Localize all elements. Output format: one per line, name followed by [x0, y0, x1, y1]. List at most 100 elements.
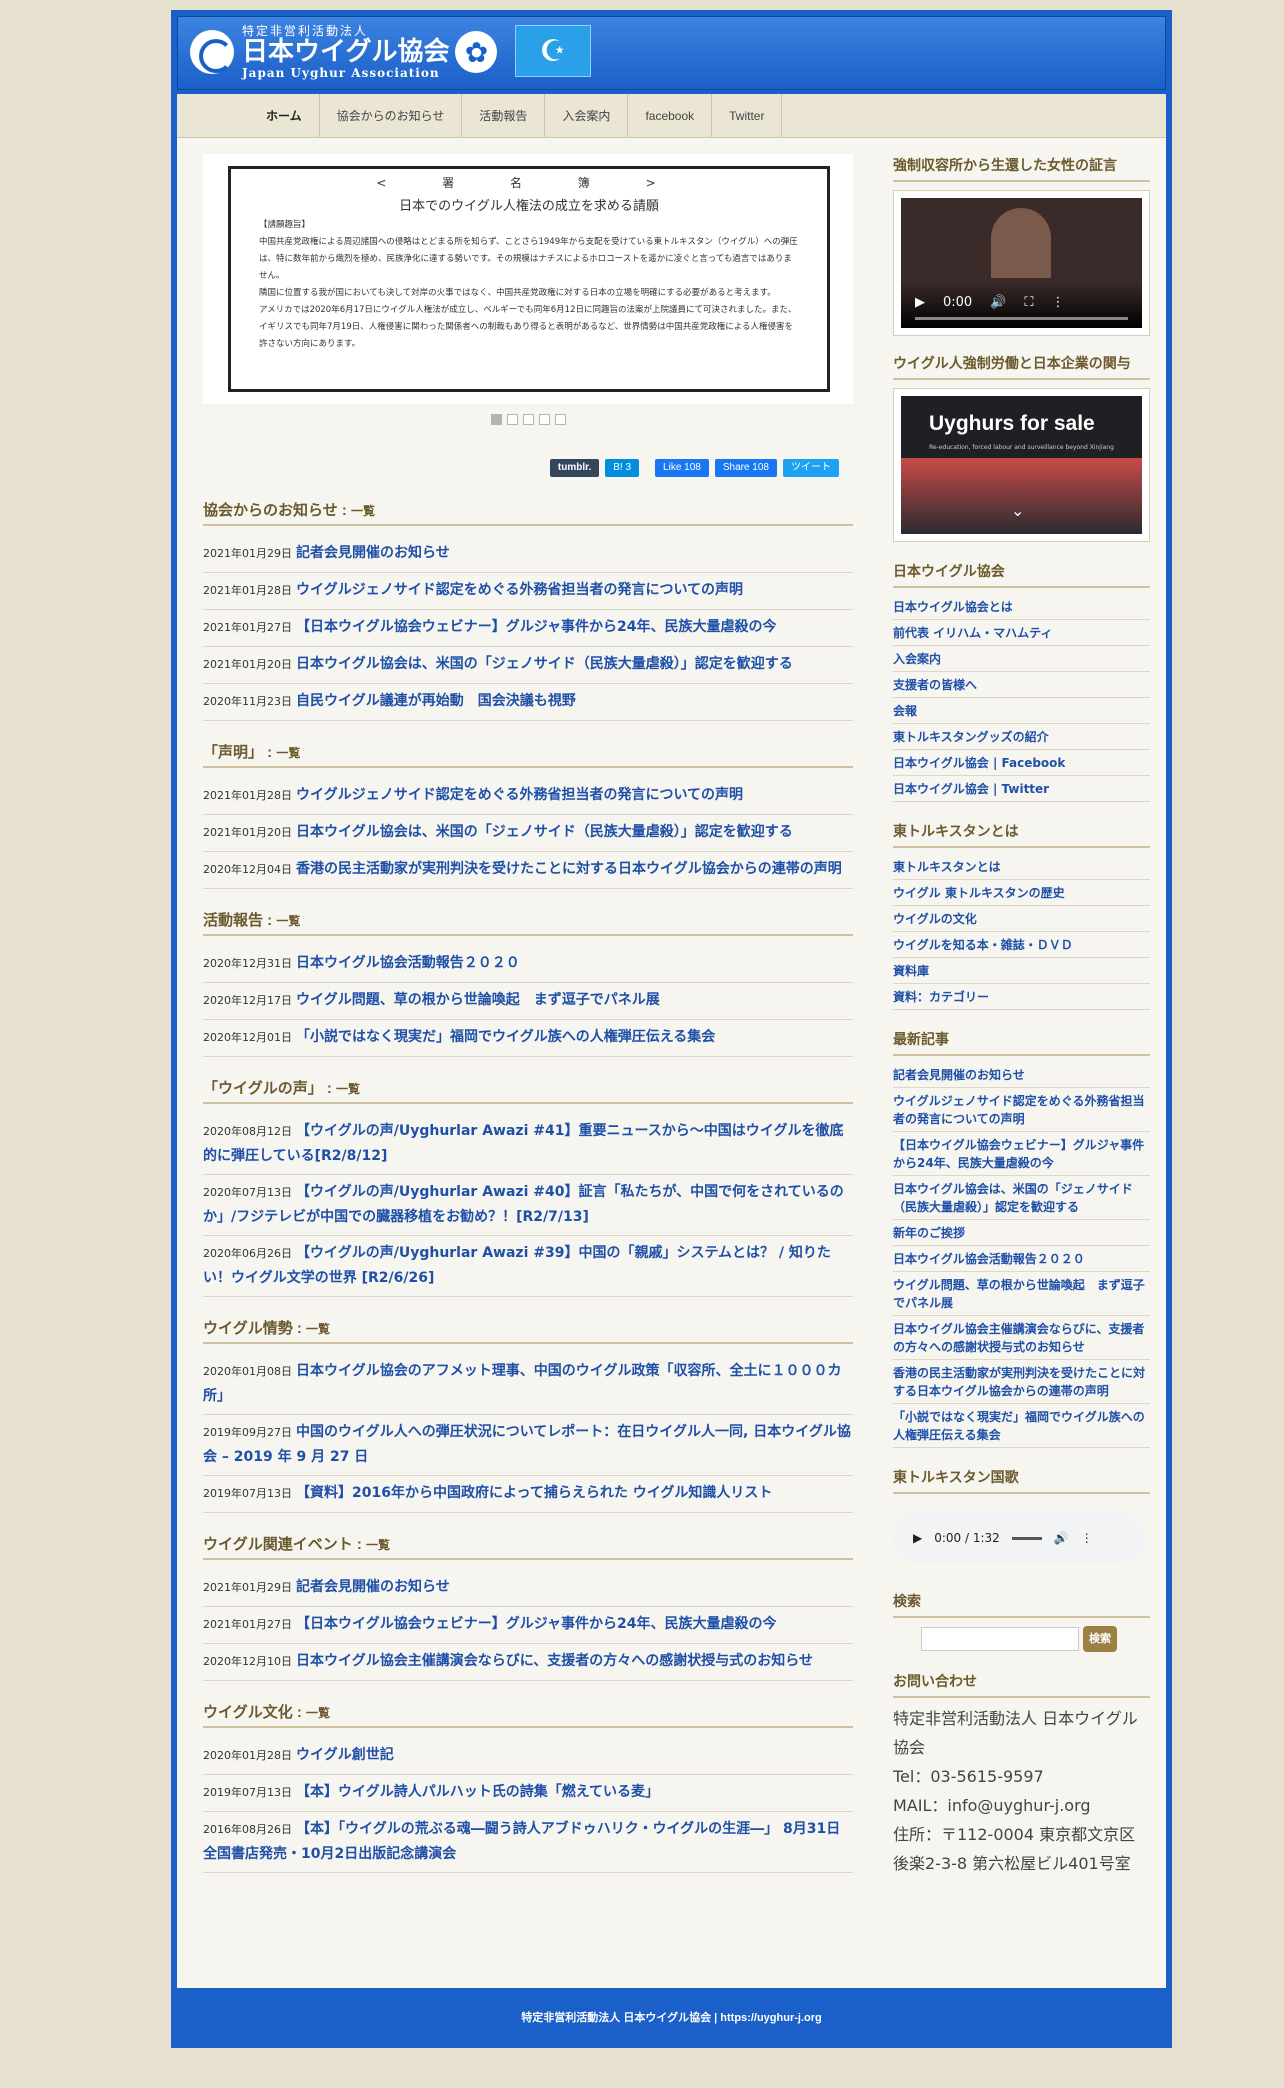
item-link[interactable]: 【日本ウイグル協会ウェビナー】グルジャ事件から24年、民族大量虐殺の今 — [296, 619, 777, 635]
section-title[interactable]: ウイグル関連イベント — [203, 1536, 353, 1553]
section-heading[interactable]: 「声明」 : 一覧 — [203, 741, 853, 768]
hero-slider[interactable]: < 署 名 簿 > 日本でのウイグル人権法の成立を求める請願 【請願趣旨】 中国… — [203, 154, 853, 404]
recent-post-link[interactable]: 新年のご挨拶 — [893, 1220, 1150, 1246]
recent-post-link[interactable]: 日本ウイグル協会活動報告２０２０ — [893, 1246, 1150, 1272]
item-link[interactable]: 中国のウイグル人への弾圧状況についてレポート：在日ウイグル人一同, 日本ウイグル… — [203, 1424, 851, 1465]
sidebar-link[interactable]: 前代表 イリハム・マハムティ — [893, 620, 1150, 646]
sidebar-link[interactable]: 日本ウイグル協会とは — [893, 594, 1150, 620]
search-input[interactable] — [921, 1627, 1079, 1651]
recent-post-link[interactable]: 日本ウイグル協会は、米国の「ジェノサイド（民族大量虐殺）」認定を歓迎する — [893, 1176, 1150, 1220]
item-link[interactable]: 記者会見開催のお知らせ — [296, 1579, 450, 1595]
section-title[interactable]: 協会からのお知らせ — [203, 502, 338, 519]
sidebar-link[interactable]: 入会案内 — [893, 646, 1150, 672]
recent-post-link[interactable]: 香港の民主活動家が実刑判決を受けたことに対する日本ウイグル協会からの連帯の声明 — [893, 1360, 1150, 1404]
section-more-link[interactable]: 一覧 — [306, 1706, 330, 1720]
item-link[interactable]: 日本ウイグル協会は、米国の「ジェノサイド（民族大量虐殺）」認定を歓迎する — [296, 824, 793, 840]
section-title[interactable]: ウイグル情勢 — [203, 1320, 293, 1337]
video-progress-bar[interactable] — [915, 317, 1128, 320]
section-heading[interactable]: ウイグル関連イベント : 一覧 — [203, 1533, 853, 1560]
item-link[interactable]: 【本】「ウイグルの荒ぶる魂―闘う詩人アブドゥハリク・ウイグルの生涯―」 8月31… — [203, 1821, 840, 1862]
item-link[interactable]: ウイグル創世記 — [296, 1747, 394, 1763]
item-link[interactable]: 「小説ではなく現実だ」福岡でウイグル族への人権弾圧伝える集会 — [296, 1029, 715, 1045]
slider-dot[interactable] — [522, 414, 534, 425]
section-heading[interactable]: 「ウイグルの声」 : 一覧 — [203, 1077, 853, 1104]
item-link[interactable]: 自民ウイグル議連が再始動 国会決議も視野 — [296, 693, 576, 709]
sidebar-link[interactable]: ウイグル 東トルキスタンの歴史 — [893, 880, 1150, 906]
nav-join[interactable]: 入会案内 — [545, 94, 629, 138]
fullscreen-icon[interactable]: ⛶ — [1024, 295, 1033, 310]
sidebar-link[interactable]: 日本ウイグル協会 | Twitter — [893, 776, 1150, 802]
volume-icon[interactable]: 🔊 — [990, 295, 1006, 310]
nav-news[interactable]: 協会からのお知らせ — [320, 94, 463, 138]
nav-home[interactable]: ホーム — [249, 94, 320, 138]
section-more-link[interactable]: 一覧 — [306, 1322, 330, 1336]
item-link[interactable]: 記者会見開催のお知らせ — [296, 545, 450, 561]
item-link[interactable]: ウイグルジェノサイド認定をめぐる外務省担当者の発言についての声明 — [296, 582, 743, 598]
recent-post-link[interactable]: ウイグル問題、草の根から世論喚起 まず逗子でパネル展 — [893, 1272, 1150, 1316]
section-title[interactable]: 活動報告 — [203, 912, 263, 929]
item-link[interactable]: 日本ウイグル協会のアフメット理事、中国のウイグル政策「収容所、全土に１０００カ所… — [203, 1363, 841, 1404]
section-heading[interactable]: ウイグル文化 : 一覧 — [203, 1701, 853, 1728]
item-link[interactable]: 【本】ウイグル詩人パルハット氏の詩集「燃えている麦」 — [296, 1784, 659, 1800]
hatena-bookmark-button[interactable]: B! 3 — [605, 459, 640, 477]
tumblr-share-button[interactable]: tumblr. — [549, 459, 600, 477]
youtube-embed[interactable]: Uyghurs for sale Re-education, forced la… — [893, 388, 1150, 542]
section-more-link[interactable]: 一覧 — [351, 504, 375, 518]
sidebar-link[interactable]: 会報 — [893, 698, 1150, 724]
slider-dot[interactable] — [554, 414, 566, 425]
more-options-icon[interactable]: ⋮ — [1081, 1531, 1093, 1545]
section-title[interactable]: ウイグル文化 — [203, 1704, 293, 1721]
section-more-link[interactable]: 一覧 — [336, 1082, 360, 1096]
item-link[interactable]: 香港の民主活動家が実刑判決を受けたことに対する日本ウイグル協会からの連帯の声明 — [296, 861, 842, 877]
item-link[interactable]: 日本ウイグル協会活動報告２０２０ — [296, 955, 520, 971]
section-more-link[interactable]: 一覧 — [366, 1538, 390, 1552]
recent-post-link[interactable]: 「小説ではなく現実だ」福岡でウイグル族への人権弾圧伝える集会 — [893, 1404, 1150, 1448]
item-link[interactable]: 【資料】2016年から中国政府によって捕らえられた ウイグル知識人リスト — [296, 1485, 772, 1501]
item-link[interactable]: 【ウイグルの声/Uyghurlar Awazi #40】証言「私たちが、中国で何… — [203, 1184, 844, 1225]
sidebar-link[interactable]: 東トルキスタンとは — [893, 854, 1150, 880]
item-link[interactable]: 日本ウイグル協会は、米国の「ジェノサイド（民族大量虐殺）」認定を歓迎する — [296, 656, 793, 672]
facebook-share-button[interactable]: Share 108 — [714, 459, 777, 477]
play-icon[interactable]: ▶ — [913, 1531, 922, 1545]
item-link[interactable]: 【ウイグルの声/Uyghurlar Awazi #41】重要ニュースから～中国は… — [203, 1123, 843, 1164]
nav-twitter[interactable]: Twitter — [712, 94, 783, 138]
sidebar-link[interactable]: 東トルキスタングッズの紹介 — [893, 724, 1150, 750]
play-icon[interactable]: ▶ — [915, 295, 925, 310]
section-more-link[interactable]: 一覧 — [276, 746, 300, 760]
contact-mail[interactable]: MAIL：info@uyghur-j.org — [893, 1791, 1150, 1820]
sidebar-link[interactable]: ウイグルを知る本・雑誌・ＤＶＤ — [893, 932, 1150, 958]
chevron-down-icon[interactable]: ⌄ — [1011, 501, 1024, 520]
section-title[interactable]: 「ウイグルの声」 — [203, 1080, 323, 1097]
more-options-icon[interactable]: ⋮ — [1052, 295, 1065, 310]
item-link[interactable]: 【日本ウイグル協会ウェビナー】グルジャ事件から24年、民族大量虐殺の今 — [296, 1616, 777, 1632]
testimony-video-player[interactable]: ▶ 0:00 🔊 ⛶ ⋮ — [893, 190, 1150, 336]
item-link[interactable]: ウイグル問題、草の根から世論喚起 まず逗子でパネル展 — [296, 992, 660, 1008]
item-link[interactable]: 日本ウイグル協会主催講演会ならびに、支援者の方々への感謝状授与式のお知らせ — [296, 1653, 813, 1669]
slider-dot[interactable] — [490, 414, 502, 425]
anthem-audio-player[interactable]: ▶ 0:00 / 1:32 🔊 ⋮ — [893, 1512, 1145, 1564]
facebook-like-button[interactable]: Like 108 — [655, 459, 709, 477]
recent-post-link[interactable]: ウイグルジェノサイド認定をめぐる外務省担当者の発言についての声明 — [893, 1088, 1150, 1132]
slider-dot[interactable] — [538, 414, 550, 425]
section-title[interactable]: 「声明」 — [203, 744, 263, 761]
nav-facebook[interactable]: facebook — [628, 94, 713, 138]
recent-post-link[interactable]: 記者会見開催のお知らせ — [893, 1062, 1150, 1088]
recent-post-link[interactable]: 日本ウイグル協会主催講演会ならびに、支援者の方々への感謝状授与式のお知らせ — [893, 1316, 1150, 1360]
search-button[interactable]: 検索 — [1083, 1626, 1117, 1652]
section-more-link[interactable]: 一覧 — [276, 914, 300, 928]
audio-progress-bar[interactable] — [1011, 1536, 1042, 1540]
sidebar-link[interactable]: 支援者の皆様へ — [893, 672, 1150, 698]
nav-reports[interactable]: 活動報告 — [462, 94, 546, 138]
sidebar-link[interactable]: 資料：カテゴリー — [893, 984, 1150, 1010]
sidebar-link[interactable]: ウイグルの文化 — [893, 906, 1150, 932]
section-heading[interactable]: 協会からのお知らせ : 一覧 — [203, 499, 853, 526]
tweet-button[interactable]: ツイート — [783, 459, 839, 477]
volume-icon[interactable]: 🔊 — [1054, 1531, 1069, 1545]
slider-dot[interactable] — [506, 414, 518, 425]
recent-post-link[interactable]: 【日本ウイグル協会ウェビナー】グルジャ事件から24年、民族大量虐殺の今 — [893, 1132, 1150, 1176]
section-heading[interactable]: 活動報告 : 一覧 — [203, 909, 853, 936]
item-link[interactable]: ウイグルジェノサイド認定をめぐる外務省担当者の発言についての声明 — [296, 787, 743, 803]
sidebar-link[interactable]: 日本ウイグル協会 | Facebook — [893, 750, 1150, 776]
item-link[interactable]: 【ウイグルの声/Uyghurlar Awazi #39】中国の「親戚」システムと… — [203, 1245, 831, 1286]
sidebar-link[interactable]: 資料庫 — [893, 958, 1150, 984]
